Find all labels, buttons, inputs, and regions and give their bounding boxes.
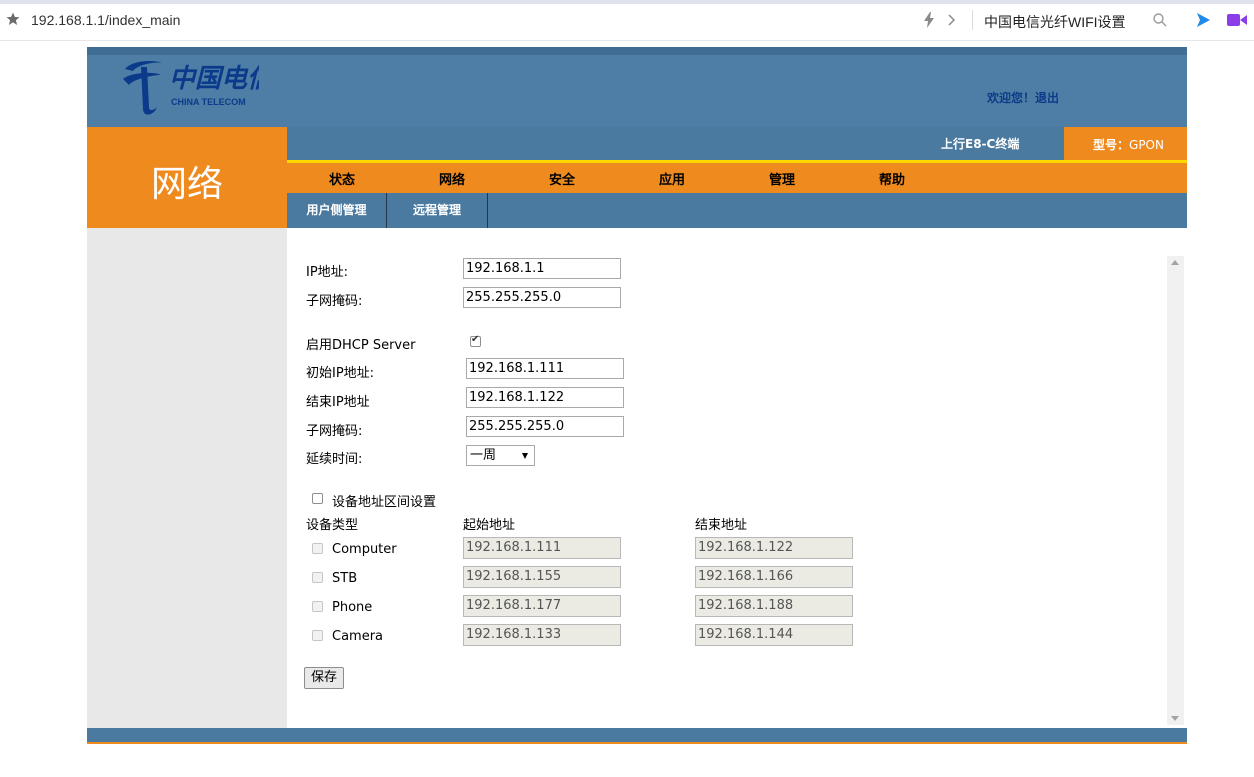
bookmark-star-icon[interactable]	[6, 12, 20, 26]
device-camera-checkbox[interactable]	[312, 630, 323, 641]
col-start-address: 起始地址	[463, 518, 516, 533]
model-label: 型号：	[1093, 138, 1130, 152]
left-sidebar	[87, 228, 287, 728]
device-phone-checkbox[interactable]	[312, 601, 323, 612]
device-phone-start[interactable]: 192.168.1.177	[463, 595, 621, 617]
china-telecom-logo: 中国电信 CHINA TELECOM	[123, 61, 259, 115]
subnav-remote-management[interactable]: 远程管理	[387, 193, 488, 228]
content-area	[287, 228, 1167, 728]
address-bar[interactable]: 192.168.1.1/index_main	[31, 12, 180, 28]
model-value: GPON	[1129, 138, 1164, 152]
subnav-lan-management[interactable]: 用户侧管理	[287, 193, 387, 228]
start-ip-input[interactable]: 192.168.1.111	[466, 358, 624, 379]
welcome-label: 欢迎您！	[987, 91, 1036, 105]
mask-label: 子网掩码:	[306, 294, 363, 309]
video-camera-icon[interactable]	[1226, 11, 1248, 29]
scroll-down-arrow-icon[interactable]	[1171, 716, 1179, 721]
nav-management[interactable]: 管理	[727, 169, 837, 188]
col-end-address: 结束地址	[695, 518, 748, 533]
range-checkbox[interactable]	[312, 493, 323, 504]
section-title: 网络	[150, 164, 223, 205]
toolbar-divider	[972, 10, 973, 30]
ip-input[interactable]: 192.168.1.1	[463, 258, 621, 279]
range-label: 设备地址区间设置	[332, 495, 437, 510]
device-stb-name: STB	[332, 571, 358, 586]
ip-label: IP地址:	[306, 265, 349, 280]
lease-selected-value: 一周	[470, 448, 497, 463]
logout-link[interactable]: 退出	[1035, 91, 1059, 105]
welcome-text: 欢迎您！退出	[987, 89, 1059, 106]
device-computer-name: Computer	[332, 542, 397, 557]
model-info: 型号：GPON	[1093, 136, 1164, 153]
tab-strip	[0, 0, 1254, 4]
start-ip-label: 初始IP地址:	[306, 366, 375, 381]
lease-label: 延续时间:	[306, 452, 363, 467]
save-button[interactable]: 保存	[304, 667, 345, 689]
col-device-type: 设备类型	[306, 518, 359, 533]
lease-select[interactable]: 一周	[466, 445, 535, 466]
chevron-right-icon[interactable]	[946, 12, 958, 28]
browser-toolbar: 192.168.1.1/index_main 中国电信光纤WIFI设置	[0, 0, 1254, 41]
device-computer-end[interactable]: 192.168.1.122	[695, 537, 853, 559]
device-stb-start[interactable]: 192.168.1.155	[463, 566, 621, 588]
svg-text:CHINA TELECOM: CHINA TELECOM	[171, 97, 246, 107]
device-camera-end[interactable]: 192.168.1.144	[695, 624, 853, 646]
device-computer-checkbox[interactable]	[312, 543, 323, 554]
dhcp-mask-input[interactable]: 255.255.255.0	[466, 416, 624, 437]
device-type: 上行E8-C终端	[941, 137, 1020, 151]
main-nav: 状态 网络 安全 应用 管理 帮助	[287, 163, 1187, 193]
device-computer-start[interactable]: 192.168.1.111	[463, 537, 621, 559]
sub-nav: 用户侧管理 远程管理	[287, 193, 1187, 228]
scroll-up-arrow-icon[interactable]	[1171, 260, 1179, 265]
model-box: 型号：GPON	[1064, 127, 1187, 160]
nav-help[interactable]: 帮助	[837, 169, 947, 188]
page-footer	[87, 728, 1187, 744]
lightning-icon[interactable]	[922, 12, 936, 28]
dhcp-mask-label: 子网掩码:	[306, 424, 363, 439]
play-icon[interactable]	[1194, 11, 1212, 29]
device-phone-end[interactable]: 192.168.1.188	[695, 595, 853, 617]
header-top-line	[87, 47, 1187, 55]
device-camera-name: Camera	[332, 629, 384, 644]
end-ip-input[interactable]: 192.168.1.122	[466, 387, 624, 408]
device-camera-start[interactable]: 192.168.1.133	[463, 624, 621, 646]
search-box[interactable]: 中国电信光纤WIFI设置	[984, 12, 1126, 32]
router-header: 中国电信 CHINA TELECOM 欢迎您！退出	[87, 47, 1187, 127]
device-phone-name: Phone	[332, 600, 373, 615]
dropdown-arrow-icon	[522, 453, 528, 459]
content-scrollbar[interactable]	[1167, 256, 1184, 725]
svg-text:中国电信: 中国电信	[169, 64, 259, 94]
device-stb-end[interactable]: 192.168.1.166	[695, 566, 853, 588]
end-ip-label: 结束IP地址	[306, 395, 370, 410]
search-icon[interactable]	[1152, 12, 1168, 28]
nav-apps[interactable]: 应用	[617, 169, 727, 188]
nav-status[interactable]: 状态	[287, 169, 397, 188]
section-title-box: 网络	[87, 127, 287, 228]
dhcp-checkbox[interactable]	[470, 334, 481, 347]
device-stb-checkbox[interactable]	[312, 572, 323, 583]
dhcp-label: 启用DHCP Server	[306, 338, 416, 353]
mask-input[interactable]: 255.255.255.0	[463, 287, 621, 308]
device-info-bar: 上行E8-C终端 型号：GPON	[287, 127, 1187, 160]
nav-network[interactable]: 网络	[397, 169, 507, 188]
nav-security[interactable]: 安全	[507, 169, 617, 188]
